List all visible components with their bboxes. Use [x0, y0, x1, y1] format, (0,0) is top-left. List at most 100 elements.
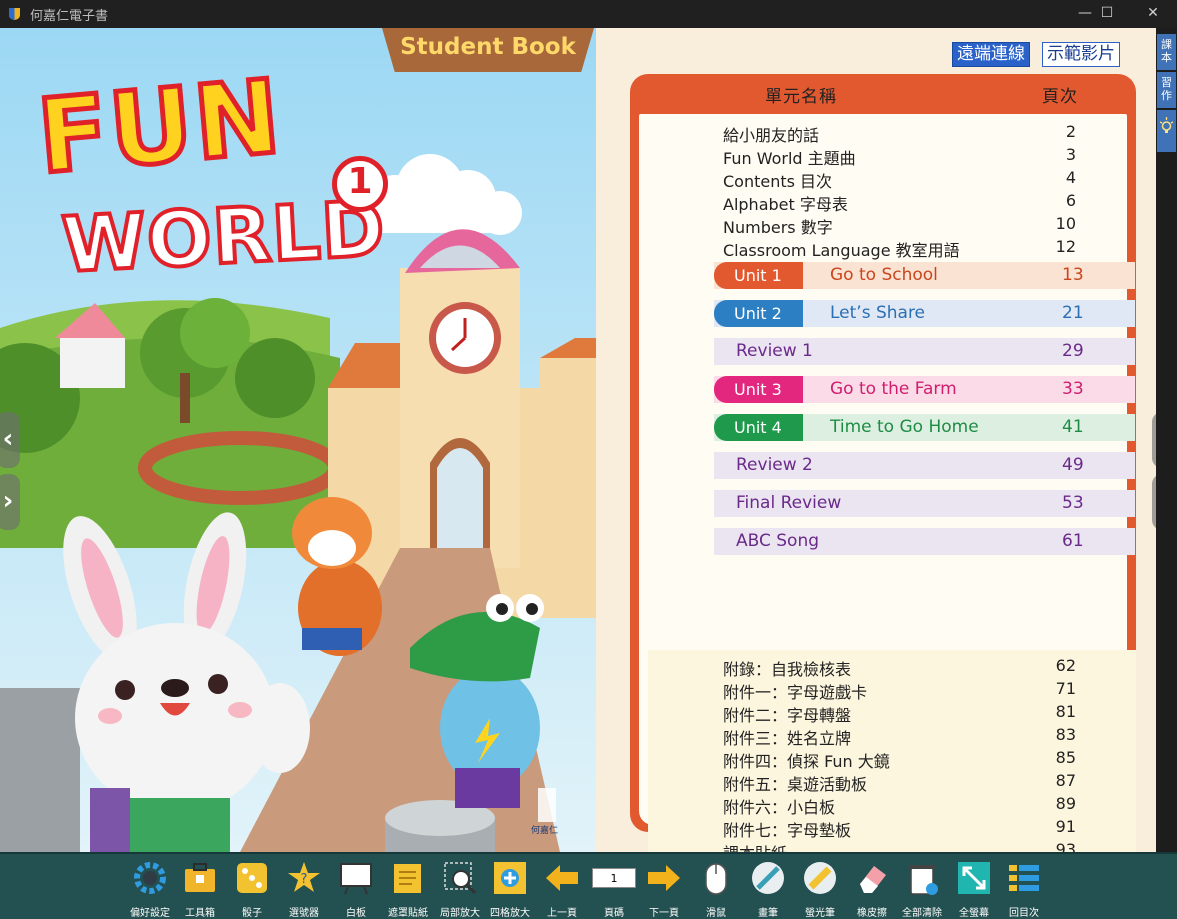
pen-button[interactable]: 畫筆: [742, 858, 794, 919]
highlighter-button[interactable]: 螢光筆: [794, 858, 846, 919]
toc-unit-row[interactable]: Unit 4 Time to Go Home 41: [714, 414, 1135, 441]
review-title: Final Review: [736, 493, 842, 513]
page-number-input[interactable]: [592, 868, 636, 888]
unit-page: 33: [1062, 379, 1084, 399]
volume-number: 1: [347, 161, 373, 202]
unit-page: 53: [1062, 493, 1084, 513]
mouse-button[interactable]: 滑鼠: [690, 858, 742, 919]
toc-unit-row[interactable]: Review 2 49: [714, 452, 1135, 479]
unit-title: Time to Go Home: [830, 417, 979, 437]
appendix-row-page: 71: [1055, 679, 1076, 698]
review-title: Review 1: [736, 341, 813, 361]
toc-row-page: 6: [1065, 191, 1076, 210]
appendix-row-title: 附件六：小白板: [723, 798, 836, 817]
next-page-arrow-left[interactable]: ›: [0, 474, 20, 530]
toolbox-button[interactable]: 工具箱: [174, 858, 226, 919]
unit-title: Go to the Farm: [830, 379, 957, 399]
toc-list-icon: [1009, 865, 1039, 891]
toc-row[interactable]: Classroom Language 教室用語 12: [723, 237, 1123, 260]
appendix-row[interactable]: 附件二：字母轉盤 81: [723, 702, 1123, 725]
dice-button[interactable]: 骰子: [226, 858, 278, 919]
magnifier-icon: [444, 862, 477, 895]
maximize-button[interactable]: ☐: [1085, 0, 1129, 28]
unit-tag: Unit 1: [714, 262, 803, 289]
tab-textbook[interactable]: 課本: [1157, 34, 1176, 70]
toc-row-page: 3: [1065, 145, 1076, 164]
arrow-right-button[interactable]: 下一頁: [638, 858, 690, 919]
toc-row-title: Alphabet 字母表: [723, 195, 848, 214]
remote-connect-button[interactable]: 遠端連線: [952, 42, 1030, 67]
toc-row-title: Classroom Language 教室用語: [723, 241, 960, 260]
unit-page: 29: [1062, 341, 1084, 361]
toc-unit-row[interactable]: Unit 1 Go to School 13: [714, 262, 1135, 289]
appendix-row[interactable]: 附件七：字母墊板 91: [723, 817, 1123, 840]
toc-unit-row[interactable]: ABC Song 61: [714, 528, 1135, 555]
whiteboard-button[interactable]: 白板: [330, 858, 382, 919]
title-bar: 何嘉仁電子書 — ☐ ✕: [0, 0, 1177, 28]
unit-title: Let’s Share: [830, 303, 926, 323]
toc-row[interactable]: Numbers 數字 10: [723, 214, 1123, 237]
toc-row-title: Contents 目次: [723, 172, 833, 191]
unit-page: 21: [1062, 303, 1084, 323]
appendix-row-title: 附錄：自我檢核表: [723, 660, 852, 679]
unit-page: 13: [1062, 265, 1084, 285]
toc-list-button[interactable]: 回目次: [998, 858, 1050, 919]
tab-hint[interactable]: [1157, 110, 1176, 152]
arrow-left-icon: [546, 865, 578, 891]
dice-icon: [237, 863, 267, 893]
demo-video-button[interactable]: 示範影片: [1042, 42, 1120, 67]
unit-tag: Unit 3: [714, 376, 803, 403]
toc-unit-row[interactable]: Unit 2 Let’s Share 21: [714, 300, 1135, 327]
appendix-row-title: 附件一：字母遊戲卡: [723, 683, 868, 702]
appendix-row-page: 87: [1055, 771, 1076, 790]
unit-title: Go to School: [830, 265, 938, 285]
toc-unit-row[interactable]: Review 1 29: [714, 338, 1135, 365]
appendix-row-page: 85: [1055, 748, 1076, 767]
appendix-row-title: 附件三：姓名立牌: [723, 729, 852, 748]
appendix-row[interactable]: 附件四：偵探 Fun 大鏡 85: [723, 748, 1123, 771]
contents-list: 給小朋友的話 2 Fun World 主題曲 3 Contents 目次 4 Alphabe…: [639, 114, 1136, 909]
unit-page: 49: [1062, 455, 1084, 475]
toc-row-page: 12: [1055, 237, 1076, 256]
pen-icon: [752, 862, 784, 894]
tab-workbook[interactable]: 習作: [1157, 72, 1176, 108]
arrow-left-button[interactable]: 上一頁: [536, 858, 588, 919]
prev-page-arrow-left[interactable]: ‹: [0, 412, 20, 468]
appendix-row-title: 附件七：字母墊板: [723, 821, 852, 840]
tool-label: 回目次: [1009, 908, 1039, 919]
appendix-row-page: 91: [1055, 817, 1076, 836]
trash-button[interactable]: 全部清除: [896, 858, 948, 919]
toc-unit-row[interactable]: Unit 3 Go to the Farm 33: [714, 376, 1135, 403]
trash-icon: [909, 865, 938, 895]
toc-row[interactable]: Contents 目次 4: [723, 168, 1123, 191]
toc-row[interactable]: Fun World 主題曲 3: [723, 145, 1123, 168]
window-title: 何嘉仁電子書: [30, 9, 109, 24]
toc-row-title: 給小朋友的話: [723, 126, 820, 145]
appendix-row-title: 附件五：桌遊活動板: [723, 775, 868, 794]
close-button[interactable]: ✕: [1131, 0, 1175, 28]
toc-row[interactable]: 給小朋友的話 2: [723, 122, 1123, 145]
contents-panel: 單元名稱 頁次 給小朋友的話 2 Fun World 主題曲 3 Contents 目次…: [630, 74, 1136, 909]
eraser-icon: [860, 866, 886, 893]
bottom-toolbar: 偏好設定工具箱骰子?選號器白板遮罩貼紙局部放大四格放大上一頁頁碼下一頁滑鼠畫筆螢…: [0, 852, 1177, 919]
four-grid-zoom-button[interactable]: 四格放大: [484, 858, 536, 919]
unit-tag: Unit 2: [714, 300, 803, 327]
appendix-row[interactable]: 附件六：小白板 89: [723, 794, 1123, 817]
sticky-note-button[interactable]: 遮罩貼紙: [382, 858, 434, 919]
appendix-row[interactable]: 附錄：自我檢核表 62: [723, 656, 1123, 679]
toc-unit-row[interactable]: Final Review 53: [714, 490, 1135, 517]
star-question-button[interactable]: ? 選號器: [278, 858, 330, 919]
appendix-row-page: 81: [1055, 702, 1076, 721]
svg-text:?: ?: [301, 872, 308, 887]
student-book-label: Student Book: [400, 34, 576, 60]
appendix-row[interactable]: 附件五：桌遊活動板 87: [723, 771, 1123, 794]
highlighter-icon: [804, 862, 836, 894]
appendix-row[interactable]: 附件三：姓名立牌 83: [723, 725, 1123, 748]
book-cover-page: Student Book FUN WORLD 1 何嘉仁: [0, 28, 596, 852]
toc-row[interactable]: Alphabet 字母表 6: [723, 191, 1123, 214]
fullscreen-icon: [958, 862, 990, 894]
whiteboard-icon: [340, 863, 372, 895]
appendix-row-page: 62: [1055, 656, 1076, 675]
toc-header-page: 頁次: [1042, 87, 1078, 107]
appendix-row[interactable]: 附件一：字母遊戲卡 71: [723, 679, 1123, 702]
